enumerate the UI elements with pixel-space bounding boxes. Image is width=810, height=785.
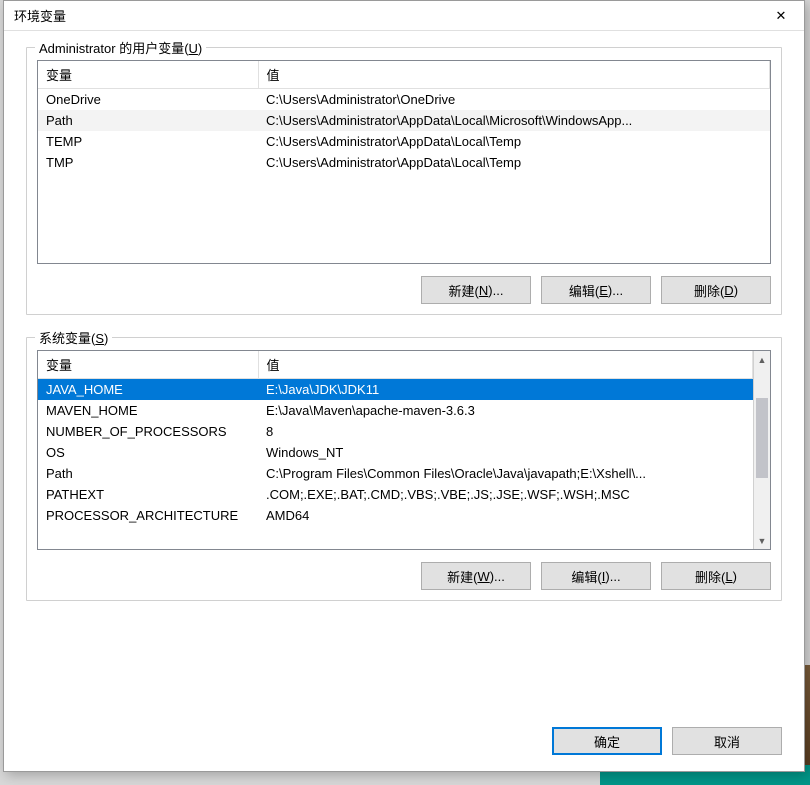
variable-value-cell: Windows_NT [258,442,753,463]
system-new-button[interactable]: 新建(W)... [421,562,531,590]
window-title: 环境变量 [14,6,758,25]
variable-name-cell: TEMP [38,131,258,152]
variable-name-cell: NUMBER_OF_PROCESSORS [38,421,258,442]
table-row[interactable]: OSWindows_NT [38,442,753,463]
column-header-variable[interactable]: 变量 [38,351,258,379]
variable-value-cell: E:\Java\JDK\JDK11 [258,379,753,401]
variable-value-cell: C:\Users\Administrator\AppData\Local\Tem… [258,152,770,173]
close-button[interactable]: ✕ [758,1,804,31]
column-header-value[interactable]: 值 [258,61,770,89]
variable-value-cell: AMD64 [258,505,753,526]
ok-button[interactable]: 确定 [552,727,662,755]
scrollbar[interactable]: ▲ ▼ [753,351,770,549]
variable-name-cell: Path [38,110,258,131]
table-row[interactable]: NUMBER_OF_PROCESSORS8 [38,421,753,442]
variable-name-cell: OS [38,442,258,463]
variable-name-cell: PROCESSOR_ARCHITECTURE [38,505,258,526]
variable-name-cell: OneDrive [38,89,258,111]
variable-value-cell: C:\Program Files\Common Files\Oracle\Jav… [258,463,753,484]
table-row[interactable]: PATHEXT.COM;.EXE;.BAT;.CMD;.VBS;.VBE;.JS… [38,484,753,505]
variable-name-cell: PATHEXT [38,484,258,505]
user-variables-group: Administrator 的用户变量(U) 变量 值 OneDriveC:\U… [26,47,782,315]
dialog-footer: 确定 取消 [4,719,804,771]
table-row[interactable]: TEMPC:\Users\Administrator\AppData\Local… [38,131,770,152]
scroll-up-icon[interactable]: ▲ [754,351,770,368]
env-vars-dialog: 环境变量 ✕ Administrator 的用户变量(U) 变量 值 [3,0,805,772]
table-row[interactable]: TMPC:\Users\Administrator\AppData\Local\… [38,152,770,173]
user-edit-button[interactable]: 编辑(E)... [541,276,651,304]
variable-name-cell: TMP [38,152,258,173]
variable-value-cell: C:\Users\Administrator\OneDrive [258,89,770,111]
user-variables-label: Administrator 的用户变量(U) [35,38,206,57]
column-header-value[interactable]: 值 [258,351,753,379]
table-header-row[interactable]: 变量 值 [38,351,753,379]
system-table-scrollwrap: 变量 值 JAVA_HOMEE:\Java\JDK\JDK11MAVEN_HOM… [37,350,771,550]
variable-name-cell: Path [38,463,258,484]
dialog-body: Administrator 的用户变量(U) 变量 值 OneDriveC:\U… [4,31,804,719]
table-row[interactable]: PathC:\Users\Administrator\AppData\Local… [38,110,770,131]
cancel-button[interactable]: 取消 [672,727,782,755]
column-header-variable[interactable]: 变量 [38,61,258,89]
user-delete-button[interactable]: 删除(D) [661,276,771,304]
variable-value-cell: 8 [258,421,753,442]
scroll-down-icon[interactable]: ▼ [754,532,770,549]
variable-value-cell: C:\Users\Administrator\AppData\Local\Tem… [258,131,770,152]
system-delete-button[interactable]: 删除(L) [661,562,771,590]
variable-name-cell: MAVEN_HOME [38,400,258,421]
table-row[interactable]: PROCESSOR_ARCHITECTUREAMD64 [38,505,753,526]
table-row[interactable]: MAVEN_HOMEE:\Java\Maven\apache-maven-3.6… [38,400,753,421]
variable-value-cell: .COM;.EXE;.BAT;.CMD;.VBS;.VBE;.JS;.JSE;.… [258,484,753,505]
table-row[interactable]: JAVA_HOMEE:\Java\JDK\JDK11 [38,379,753,401]
user-new-button[interactable]: 新建(N)... [421,276,531,304]
system-variables-table[interactable]: 变量 值 JAVA_HOMEE:\Java\JDK\JDK11MAVEN_HOM… [37,350,771,550]
table-row[interactable]: PathC:\Program Files\Common Files\Oracle… [38,463,753,484]
system-button-row: 新建(W)... 编辑(I)... 删除(L) [37,562,771,590]
table-row[interactable]: OneDriveC:\Users\Administrator\OneDrive [38,89,770,111]
table-header-row[interactable]: 变量 值 [38,61,770,89]
titlebar: 环境变量 ✕ [4,1,804,31]
scroll-thumb[interactable] [756,398,768,478]
system-edit-button[interactable]: 编辑(I)... [541,562,651,590]
close-icon: ✕ [776,8,787,24]
system-variables-label: 系统变量(S) [35,328,112,347]
variable-value-cell: C:\Users\Administrator\AppData\Local\Mic… [258,110,770,131]
user-variables-table[interactable]: 变量 值 OneDriveC:\Users\Administrator\OneD… [37,60,771,264]
variable-value-cell: E:\Java\Maven\apache-maven-3.6.3 [258,400,753,421]
user-button-row: 新建(N)... 编辑(E)... 删除(D) [37,276,771,304]
variable-name-cell: JAVA_HOME [38,379,258,401]
system-variables-group: 系统变量(S) 变量 值 JAVA_HOMEE:\Java\JDK\JDK11M… [26,337,782,601]
scroll-track[interactable] [754,368,770,532]
